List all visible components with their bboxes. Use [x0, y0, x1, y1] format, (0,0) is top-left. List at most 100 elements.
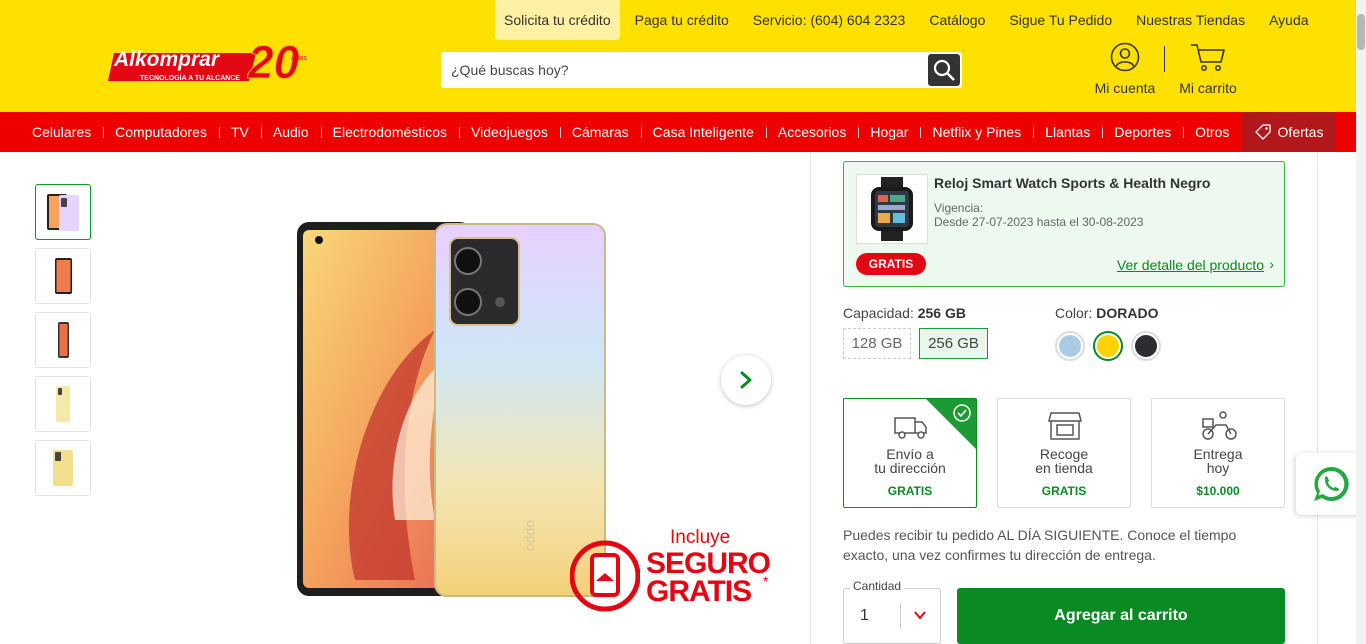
insurance-phone-icon — [570, 540, 640, 612]
cart-label: Mi carrito — [1179, 80, 1237, 96]
nav-item-tv[interactable]: TV — [218, 112, 261, 152]
search-bar — [441, 52, 962, 88]
top-link-sigue-pedido[interactable]: Sigue Tu Pedido — [997, 0, 1124, 40]
add-to-cart-button[interactable]: Agregar al carrito — [957, 588, 1285, 644]
quantity-selector[interactable]: Cantidad 1 — [843, 579, 941, 644]
phone-thumbnail-image — [58, 322, 69, 358]
seguro-gratis-badge: Incluye SEGURO GRATIS * — [570, 525, 775, 615]
seguro-gratis: GRATIS — [646, 575, 752, 608]
color-swatch-black[interactable] — [1131, 331, 1161, 361]
category-nav: Celulares Computadores TV Audio Electrod… — [0, 112, 1366, 152]
gift-detail-link[interactable]: Ver detalle del producto — [1117, 257, 1264, 273]
nav-item-celulares[interactable]: Celulares — [20, 112, 103, 152]
scrollbar-thumb[interactable] — [1357, 14, 1365, 50]
svg-text:Alkomprar: Alkomprar — [113, 48, 221, 71]
product-image: oppo — [297, 222, 606, 597]
cart-icon — [1191, 44, 1225, 71]
cart-button[interactable]: Mi carrito — [1175, 42, 1241, 96]
delivery-option-recoge[interactable]: Recoge en tienda GRATIS — [997, 398, 1131, 508]
search-icon — [933, 59, 955, 81]
chevron-down-icon[interactable] — [913, 608, 927, 622]
header-divider — [1164, 46, 1165, 72]
seguro-incluye: Incluye — [670, 527, 731, 548]
quantity-value: 1 — [860, 607, 869, 624]
nav-item-videojuegos[interactable]: Videojuegos — [459, 112, 560, 152]
delivery-note: Puedes recibir tu pedido AL DÍA SIGUIENT… — [843, 527, 1237, 563]
nav-item-ofertas[interactable]: Ofertas — [1242, 112, 1336, 152]
alkomprar-logo[interactable]: Alkomprar TECNOLOGÍA A TU ALCANCE 20 Año… — [108, 28, 323, 88]
page-scrollbar[interactable] — [1356, 0, 1366, 644]
nav-item-computadores[interactable]: Computadores — [103, 112, 219, 152]
account-label: Mi cuenta — [1094, 80, 1156, 96]
nav-item-netflix-pines[interactable]: Netflix y Pines — [920, 112, 1033, 152]
thumbnail-list — [35, 184, 91, 504]
thumbnail-5[interactable] — [35, 440, 91, 496]
top-link-paga-credito[interactable]: Paga tu crédito — [623, 0, 741, 40]
delivery-envio-price: GRATIS — [887, 484, 933, 498]
quantity-divider — [900, 603, 901, 629]
gratis-badge: GRATIS — [856, 253, 926, 275]
phone-thumbnail-image — [53, 450, 73, 486]
thumbnail-2[interactable] — [35, 248, 91, 304]
capacity-option-128[interactable]: 128 GB — [843, 328, 911, 359]
nav-item-hogar[interactable]: Hogar — [858, 112, 920, 152]
svg-text:oppo: oppo — [524, 520, 540, 551]
delivery-option-hoy[interactable]: Entrega hoy $10.000 — [1151, 398, 1285, 508]
nav-item-electrodomesticos[interactable]: Electrodomésticos — [320, 112, 459, 152]
delivery-truck-icon — [894, 417, 927, 439]
top-link-servicio[interactable]: Servicio: (604) 604 2323 — [741, 0, 918, 40]
phone-thumbnail-image — [55, 258, 72, 294]
nav-item-audio[interactable]: Audio — [260, 112, 321, 152]
capacity-selected: 256 GB — [917, 305, 966, 321]
nav-item-llantas[interactable]: Llantas — [1033, 112, 1102, 152]
phone-thumbnail-image — [47, 194, 79, 231]
nav-item-accesorios[interactable]: Accesorios — [765, 112, 858, 152]
delivery-option-envio[interactable]: Envío a tu dirección GRATIS — [843, 398, 977, 508]
account-button[interactable]: Mi cuenta — [1090, 42, 1160, 96]
tag-icon — [1254, 124, 1271, 140]
thumbnail-3[interactable] — [35, 312, 91, 368]
search-input[interactable] — [441, 52, 927, 88]
search-button[interactable] — [928, 54, 960, 86]
whatsapp-icon — [1314, 466, 1349, 501]
seguro-asterisk: * — [763, 573, 769, 589]
color-swatch-blue[interactable] — [1055, 331, 1085, 361]
nav-item-deportes[interactable]: Deportes — [1102, 112, 1183, 152]
thumbnail-1[interactable] — [35, 184, 91, 240]
next-image-button[interactable] — [721, 355, 771, 405]
chevron-right-icon — [740, 371, 752, 389]
color-label: Color: DORADO — [1055, 305, 1159, 321]
svg-text:TECNOLOGÍA A TU ALCANCE: TECNOLOGÍA A TU ALCANCE — [140, 73, 240, 82]
check-circle-icon — [953, 404, 971, 422]
top-link-tiendas[interactable]: Nuestras Tiendas — [1124, 0, 1257, 40]
capacity-option-256[interactable]: 256 GB — [919, 328, 988, 359]
color-swatch-dorado[interactable] — [1093, 331, 1123, 361]
top-link-solicita-credito[interactable]: Solicita tu crédito — [495, 0, 620, 40]
thumbnail-4[interactable] — [35, 376, 91, 432]
top-header: Alkomprar TECNOLOGÍA A TU ALCANCE 20 Año… — [0, 0, 1366, 112]
top-link-catalogo[interactable]: Catálogo — [917, 0, 997, 40]
gift-title: Reloj Smart Watch Sports & Health Negro — [934, 175, 1211, 191]
nav-item-camaras[interactable]: Cámaras — [559, 112, 641, 152]
gift-vigencia-label: Vigencia: — [934, 201, 984, 215]
store-icon — [1048, 412, 1082, 440]
delivery-envio-line2: tu dirección — [874, 460, 946, 476]
top-link-ayuda[interactable]: Ayuda — [1257, 0, 1320, 40]
svg-text:Años: Años — [291, 55, 307, 62]
color-selected: DORADO — [1096, 305, 1159, 321]
chevron-right-icon: › — [1269, 256, 1274, 272]
nav-item-otros[interactable]: Otros — [1183, 112, 1241, 152]
gift-promo-card: Reloj Smart Watch Sports & Health Negro … — [843, 161, 1285, 287]
motorcycle-icon — [1202, 411, 1237, 440]
nav-item-casa-inteligente[interactable]: Casa Inteligente — [640, 112, 766, 152]
svg-text:20: 20 — [247, 36, 300, 88]
smartwatch-icon — [871, 177, 913, 241]
quantity-label: Cantidad — [850, 579, 905, 593]
phone-thumbnail-image — [56, 386, 70, 422]
capacity-label: Capacidad: 256 GB — [843, 305, 966, 321]
gift-dates: Desde 27-07-2023 hasta el 30-08-2023 — [934, 215, 1144, 229]
ofertas-label: Ofertas — [1277, 124, 1324, 140]
top-links: Solicita tu crédito Paga tu crédito Serv… — [495, 0, 1321, 40]
delivery-recoge-price: GRATIS — [1041, 484, 1087, 498]
user-icon — [1110, 42, 1140, 72]
